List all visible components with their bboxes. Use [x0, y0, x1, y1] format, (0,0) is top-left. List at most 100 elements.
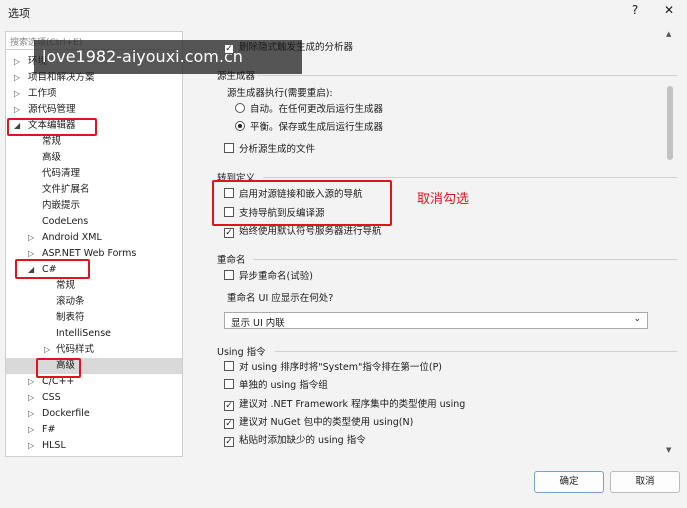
checkbox-icon[interactable] [224, 379, 234, 389]
title-bar: 选项 ? ✕ [0, 0, 687, 24]
section-header-rename: 重命名 [217, 255, 246, 266]
collapsed-arrow-icon[interactable]: ▷ [28, 422, 34, 438]
ok-button[interactable]: 确定 [534, 471, 604, 493]
options-tree-panel: 搜索选项(Ctrl+E) ▷环境▷项目和解决方案▷工作项▷源代码管理◢文本编辑器… [5, 31, 183, 457]
rename-ui-select[interactable]: 显示 UI 内联 ⌄ [224, 312, 648, 329]
tree-item[interactable]: ▷ 代码样式 [6, 342, 182, 358]
window-title: 选项 [8, 7, 30, 20]
tree-item-label: 制表符 [56, 312, 85, 323]
divider [275, 351, 677, 352]
checkbox-icon[interactable] [224, 143, 234, 153]
tree-item[interactable]: ▷ F# [6, 422, 182, 438]
collapsed-arrow-icon[interactable]: ▷ [28, 438, 34, 454]
tree-item-label: 滚动条 [56, 296, 85, 307]
collapsed-arrow-icon[interactable]: ▷ [28, 230, 34, 246]
tree-item[interactable]: CodeLens [6, 214, 182, 230]
tree-item-label: 源代码管理 [28, 104, 76, 115]
tree-item[interactable]: 文件扩展名 [6, 182, 182, 198]
remove-analyzers-option[interactable]: ✓ 删除隐式触发生成的分析器 [224, 40, 353, 56]
tree-item-label: CSS [42, 392, 61, 403]
using-separate-groups-option[interactable]: 单独的 using 指令组 [224, 378, 328, 394]
tree-item-label: HLSL [42, 440, 66, 451]
tree-item[interactable]: ▷ 工作项 [6, 86, 182, 102]
checkbox-icon[interactable]: ✓ [224, 44, 234, 54]
annotation-uncheck: 取消勾选 [417, 192, 470, 207]
scroll-thumb[interactable] [667, 86, 673, 160]
using-system-first-option[interactable]: 对 using 排序时将"System"指令排在第一位(P) [224, 360, 442, 376]
divider [263, 177, 677, 178]
radio-balanced[interactable]: 平衡。保存或生成后运行生成器 [235, 120, 383, 136]
tree-item-label: 常规 [56, 280, 76, 291]
cancel-button[interactable]: 取消 [610, 471, 680, 493]
tree-item[interactable]: ▷ CSS [6, 390, 182, 406]
options-tree: ▷环境▷项目和解决方案▷工作项▷源代码管理◢文本编辑器常规高级代码清理文件扩展名… [6, 54, 182, 454]
tree-item[interactable]: 常规 [6, 134, 182, 150]
scroll-up-icon[interactable]: ▲ [666, 30, 671, 38]
tree-item-label: CodeLens [42, 216, 89, 227]
options-content: ✓ 删除隐式触发生成的分析器 源生成器 源生成器执行(需要重启): 自动。在任何更… [217, 24, 679, 458]
highlight-text-editor [7, 118, 97, 136]
section-header-using: Using 指令 [217, 347, 266, 358]
radio-auto[interactable]: 自动。在任何更改后运行生成器 [235, 102, 383, 118]
using-nuget-option[interactable]: ✓ 建议对 NuGet 包中的类型使用 using(N) [224, 415, 413, 431]
tree-item[interactable]: ▷ 源代码管理 [6, 102, 182, 118]
checkbox-checked-icon[interactable]: ✓ [224, 419, 234, 429]
chevron-down-icon: ⌄ [633, 314, 641, 324]
checkbox-icon[interactable] [224, 361, 234, 371]
radio-icon[interactable] [235, 103, 245, 113]
tree-item-label: 常规 [42, 136, 62, 147]
collapsed-arrow-icon[interactable]: ▷ [28, 406, 34, 422]
checkbox-icon[interactable] [224, 270, 234, 280]
tree-item[interactable]: ▷ C/C++ [6, 374, 182, 390]
rename-ui-label: 重命名 UI 应显示在何处? [227, 293, 334, 304]
collapsed-arrow-icon[interactable]: ▷ [14, 86, 20, 102]
close-button[interactable]: ✕ [660, 3, 678, 17]
collapsed-arrow-icon[interactable]: ▷ [14, 102, 20, 118]
analyze-source-gen-option[interactable]: 分析源生成的文件 [224, 142, 315, 158]
tree-item-label: 高级 [42, 152, 62, 163]
tree-item[interactable]: ▷ Android XML [6, 230, 182, 246]
highlight-goto-options [212, 180, 392, 226]
tree-item[interactable]: ▷ HLSL [6, 438, 182, 454]
collapsed-arrow-icon[interactable]: ▷ [14, 70, 20, 86]
divider [257, 75, 677, 76]
tree-item[interactable]: 代码清理 [6, 166, 182, 182]
checkbox-checked-icon[interactable]: ✓ [224, 401, 234, 411]
using-paste-option[interactable]: ✓ 粘贴时添加缺少的 using 指令 [224, 433, 366, 449]
tree-item[interactable]: 内嵌提示 [6, 198, 182, 214]
radio-selected-icon[interactable] [235, 121, 245, 131]
tree-item[interactable]: IntelliSense [6, 326, 182, 342]
collapsed-arrow-icon[interactable]: ▷ [28, 374, 34, 390]
collapsed-arrow-icon[interactable]: ▷ [44, 342, 50, 358]
section-header-source-gen: 源生成器 [217, 71, 256, 82]
goto-symbol-server-option[interactable]: ✓ 始终使用默认符号服务器进行导航 [224, 224, 382, 240]
content-scrollbar[interactable]: ▲ ▼ [664, 28, 676, 458]
tree-item-label: Dockerfile [42, 408, 90, 419]
checkbox-checked-icon[interactable]: ✓ [224, 437, 234, 447]
tree-item-label: Android XML [42, 232, 102, 243]
highlight-advanced [36, 358, 81, 378]
tree-item-label: 工作项 [28, 88, 57, 99]
divider [253, 259, 677, 260]
tree-item[interactable]: 高级 [6, 150, 182, 166]
tree-item[interactable]: ▷ Dockerfile [6, 406, 182, 422]
checkbox-checked-icon[interactable]: ✓ [224, 228, 234, 238]
using-dotnet-framework-option[interactable]: ✓ 建议对 .NET Framework 程序集中的类型使用 using [224, 397, 465, 413]
collapsed-arrow-icon[interactable]: ▷ [14, 54, 20, 70]
tree-item-label: 文件扩展名 [42, 184, 90, 195]
highlight-csharp [15, 259, 90, 279]
tree-item-label: F# [42, 424, 56, 435]
tree-item-label: 内嵌提示 [42, 200, 81, 211]
scroll-down-icon[interactable]: ▼ [666, 446, 671, 454]
tree-item[interactable]: 制表符 [6, 310, 182, 326]
tree-item[interactable]: 高级 [6, 358, 182, 374]
collapsed-arrow-icon[interactable]: ▷ [28, 390, 34, 406]
tree-item-label: IntelliSense [56, 328, 112, 339]
tree-item-label: 代码清理 [42, 168, 81, 179]
tree-item-label: 代码样式 [56, 344, 95, 355]
tree-item[interactable]: 常规 [6, 278, 182, 294]
async-rename-option[interactable]: 异步重命名(试验) [224, 269, 313, 285]
tree-item[interactable]: 滚动条 [6, 294, 182, 310]
help-button[interactable]: ? [626, 3, 644, 17]
source-gen-label: 源生成器执行(需要重启): [227, 88, 333, 99]
